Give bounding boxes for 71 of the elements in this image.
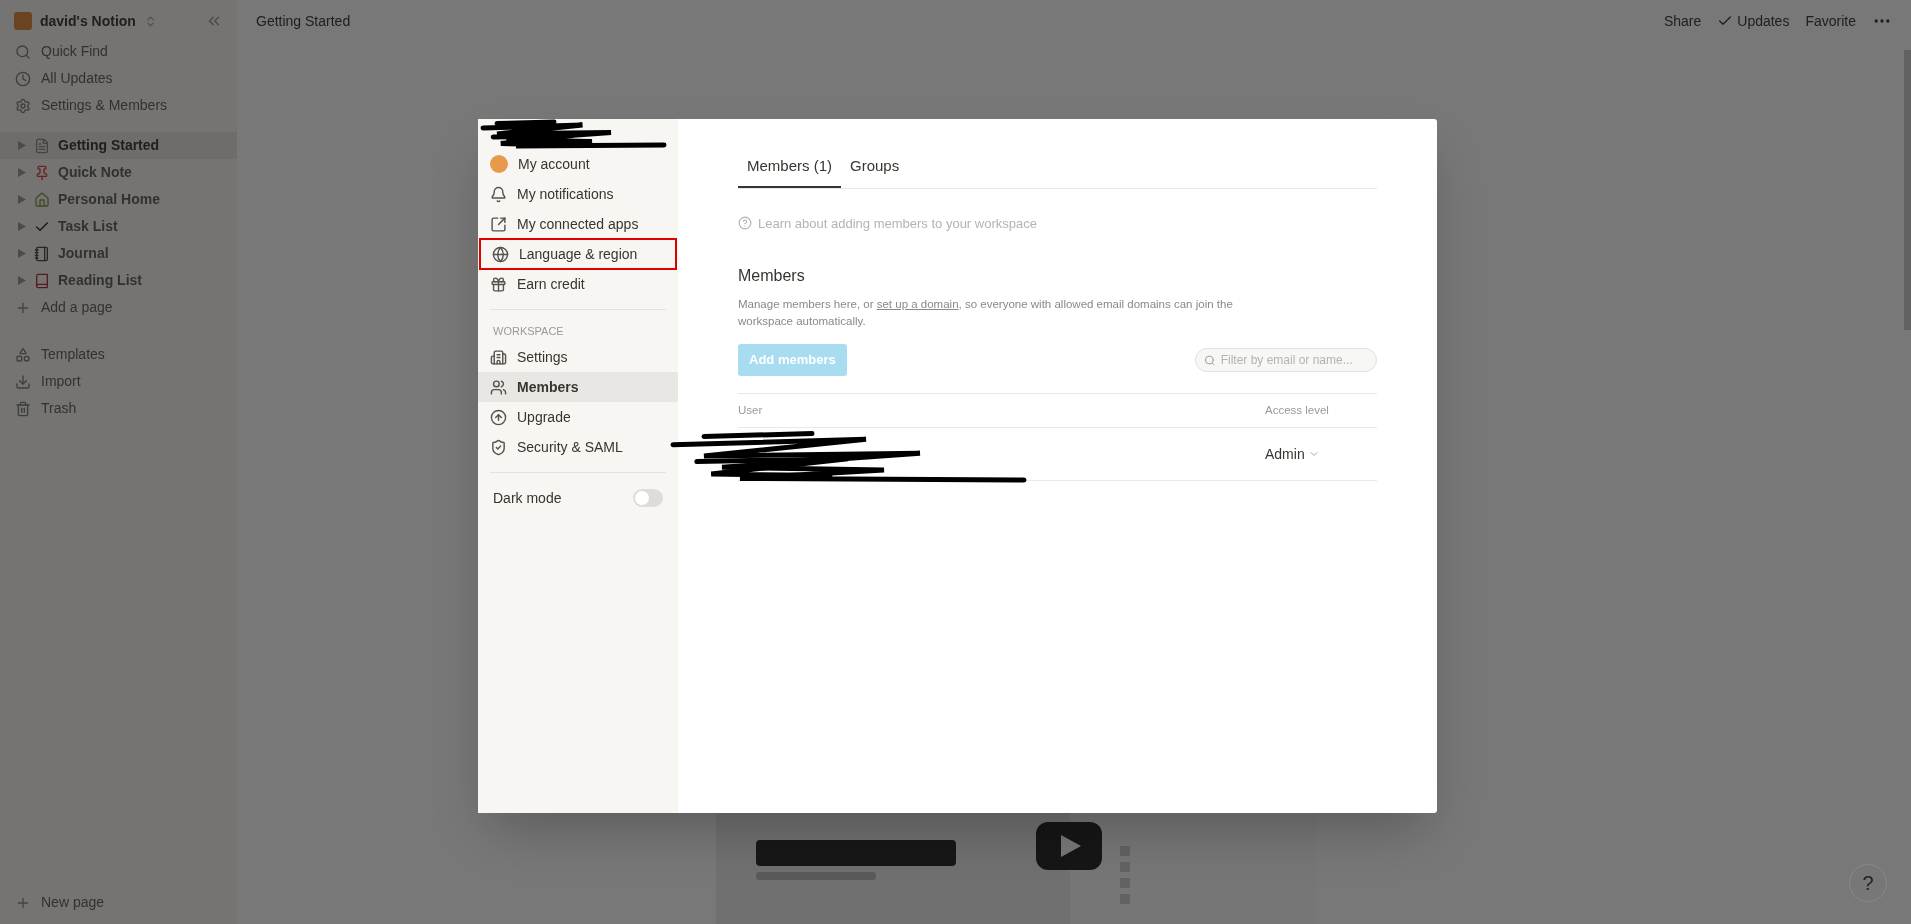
tab[interactable]: Members (1) bbox=[738, 155, 841, 188]
topbar-action[interactable]: Favorite bbox=[1805, 10, 1856, 32]
page-item[interactable]: Quick Note bbox=[0, 159, 237, 186]
gift-icon bbox=[490, 275, 507, 293]
dark-mode-toggle[interactable] bbox=[633, 489, 663, 507]
notebook-icon bbox=[34, 245, 50, 262]
breadcrumb[interactable]: Getting Started bbox=[256, 10, 351, 32]
filter-field[interactable]: Filter by email or name... bbox=[1195, 348, 1377, 372]
users-icon bbox=[490, 378, 507, 396]
sidebar-item[interactable]: Trash bbox=[0, 395, 237, 422]
sidebar-item[interactable]: Quick Find bbox=[0, 38, 237, 65]
help-button[interactable]: ? bbox=[1849, 864, 1887, 902]
dark-mode-label: Dark mode bbox=[493, 488, 562, 508]
book-icon bbox=[34, 272, 50, 289]
shapes-icon bbox=[15, 346, 31, 363]
sidebar-item[interactable]: All Updates bbox=[0, 65, 237, 92]
settings-nav-item[interactable]: My notifications bbox=[478, 179, 678, 209]
settings-nav-item[interactable]: Language & region bbox=[480, 239, 676, 269]
workspace-name[interactable]: david's Notion bbox=[40, 10, 136, 32]
settings-nav-item[interactable]: Upgrade bbox=[478, 402, 678, 432]
workspace-avatar-icon bbox=[14, 12, 32, 30]
house-icon bbox=[34, 191, 50, 208]
avatar-icon bbox=[490, 155, 508, 173]
column-header: Access level bbox=[1265, 402, 1330, 418]
expand-toggle-icon[interactable] bbox=[18, 195, 26, 204]
expand-toggle-icon[interactable] bbox=[18, 276, 26, 285]
bell-icon bbox=[490, 185, 507, 203]
sidebar-item[interactable]: Settings & Members bbox=[0, 92, 237, 119]
shield-icon bbox=[490, 438, 507, 456]
section-label: WORKSPACE bbox=[492, 323, 565, 339]
document-icon bbox=[34, 137, 50, 154]
new-page-button[interactable]: New page bbox=[0, 889, 237, 916]
topbar-action[interactable]: Share bbox=[1663, 10, 1702, 32]
help-link[interactable]: Learn about adding members to your workspace bbox=[758, 213, 1037, 233]
page-item[interactable]: Getting Started bbox=[0, 132, 237, 159]
page-item[interactable]: Reading List bbox=[0, 267, 237, 294]
section-heading: Members bbox=[738, 266, 806, 286]
clock-icon bbox=[15, 70, 31, 87]
column-header: User bbox=[738, 402, 763, 418]
download-icon bbox=[15, 373, 31, 390]
page-item[interactable]: Task List bbox=[0, 213, 237, 240]
domain-link[interactable]: set up a domain bbox=[876, 298, 959, 310]
settings-nav-item[interactable]: Earn credit bbox=[478, 269, 678, 299]
sidebar-item[interactable]: Import bbox=[0, 368, 237, 395]
expand-toggle-icon[interactable] bbox=[18, 168, 26, 177]
trash-icon bbox=[15, 400, 31, 417]
add-page-button[interactable]: Add a page bbox=[0, 294, 237, 321]
pin-icon bbox=[34, 164, 50, 181]
sidebar-item[interactable]: Templates bbox=[0, 341, 237, 368]
expand-toggle-icon[interactable] bbox=[18, 141, 26, 150]
page-item[interactable]: Personal Home bbox=[0, 186, 237, 213]
settings-nav-item[interactable]: Settings bbox=[478, 342, 678, 372]
globe-icon bbox=[492, 245, 509, 263]
page-item[interactable]: Journal bbox=[0, 240, 237, 267]
arrow-up-circle-icon bbox=[490, 408, 507, 426]
settings-nav-item[interactable]: My account bbox=[478, 149, 678, 179]
settings-nav-item[interactable]: My connected apps bbox=[478, 209, 678, 239]
expand-toggle-icon[interactable] bbox=[18, 222, 26, 231]
topbar-action[interactable]: Updates bbox=[1717, 10, 1790, 32]
settings-icon bbox=[15, 97, 31, 114]
settings-nav-item[interactable]: Security & SAML bbox=[478, 432, 678, 462]
tab[interactable]: Groups bbox=[841, 155, 909, 188]
help-icon bbox=[738, 216, 752, 231]
access-level-dropdown[interactable]: Admin bbox=[1265, 443, 1377, 465]
external-link-icon bbox=[490, 215, 507, 233]
search-icon bbox=[15, 43, 31, 60]
search-icon bbox=[1204, 353, 1216, 367]
settings-nav-item[interactable]: Members bbox=[478, 372, 678, 402]
building-icon bbox=[490, 348, 507, 366]
expand-toggle-icon[interactable] bbox=[18, 249, 26, 258]
members-description: Manage members here, or set up a domain, so everyone with allowed email domains can join the workspace automatically. bbox=[738, 297, 1234, 329]
